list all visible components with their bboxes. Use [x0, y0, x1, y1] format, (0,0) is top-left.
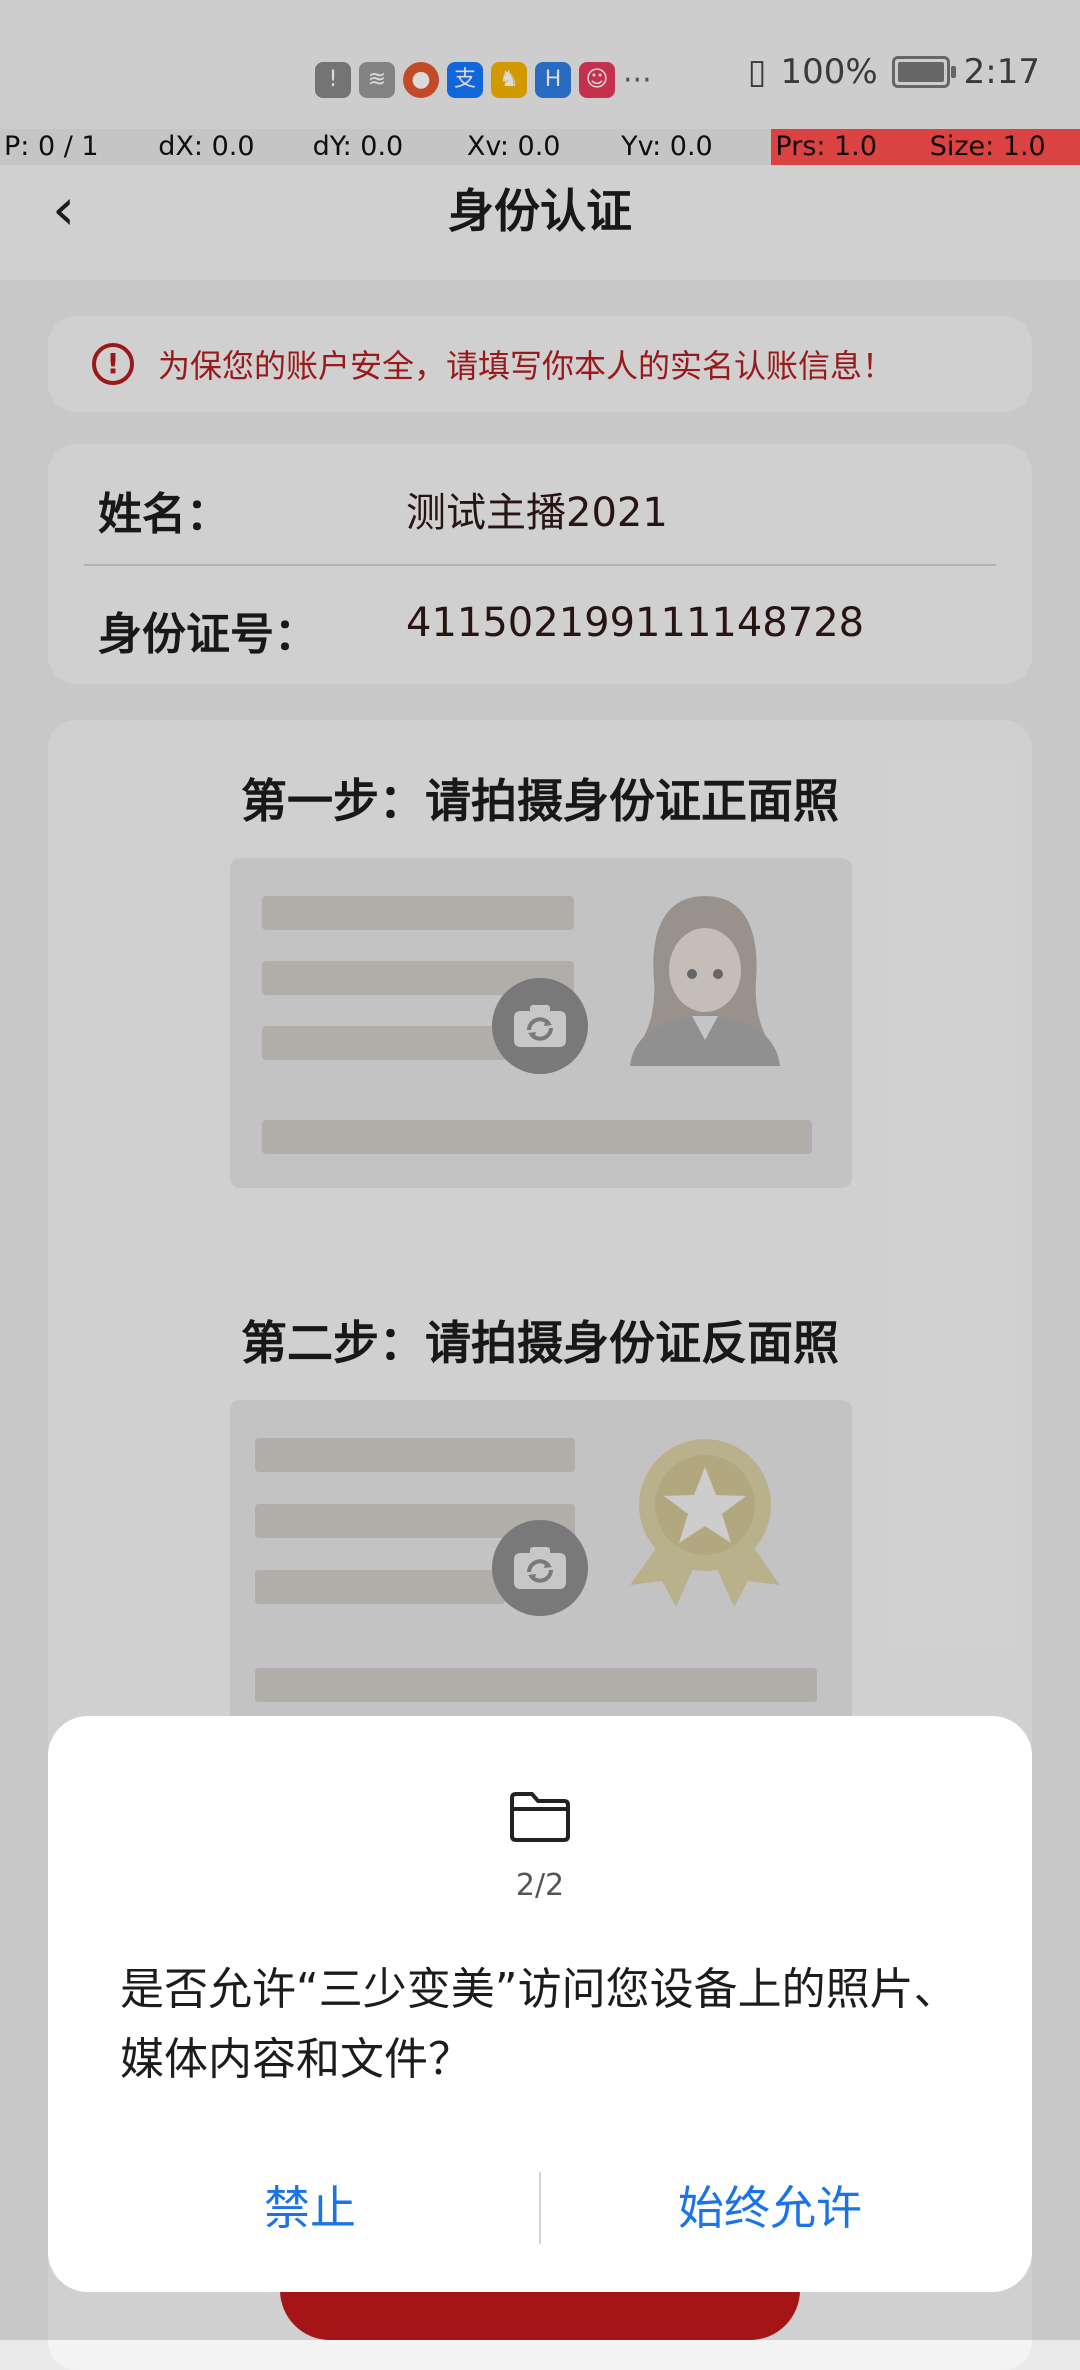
- folder-icon: [510, 1792, 570, 1842]
- deny-button[interactable]: 禁止: [80, 2170, 540, 2246]
- always-allow-button[interactable]: 始终允许: [540, 2170, 1000, 2246]
- permission-message: 是否允许“三少变美”访问您设备上的照片、媒体内容和文件？: [120, 1964, 958, 2085]
- permission-counter: 2/2: [515, 1868, 565, 1903]
